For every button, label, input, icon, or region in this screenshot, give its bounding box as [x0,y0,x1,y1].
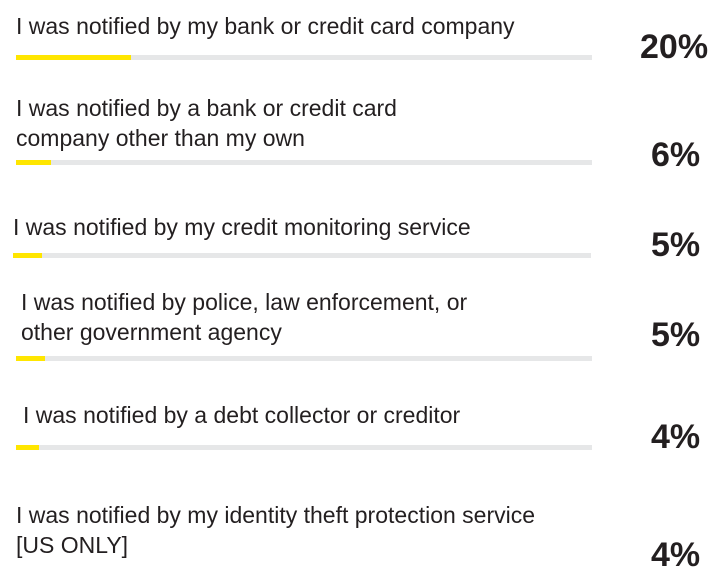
value-label: 20% [640,28,709,66]
bar [16,55,131,60]
bar-track [16,55,592,60]
chart-root: { "chart_data": { "type": "bar", "orient… [0,0,717,576]
category-label: I was notified by my identity theft prot… [16,502,536,558]
bar [16,356,45,361]
category-label: I was notified by my bank or credit card… [16,13,515,39]
bar-track [16,356,592,361]
category-label: I was notified by a bank or credit card … [16,95,397,151]
bar [16,445,39,450]
bar-track [16,160,592,165]
value-label: 4% [651,418,701,456]
value-label: 5% [651,316,701,354]
bar [16,160,51,165]
bar-track [13,253,591,258]
category-label: I was notified by police, law enforcemen… [21,289,468,345]
category-label: I was notified by a debt collector or cr… [23,402,461,428]
value-label: 6% [651,136,701,174]
bar-track [16,445,592,450]
value-label: 4% [651,536,701,574]
category-label: I was notified by my credit monitoring s… [13,214,471,240]
value-label: 5% [651,226,701,264]
bar [13,253,42,258]
